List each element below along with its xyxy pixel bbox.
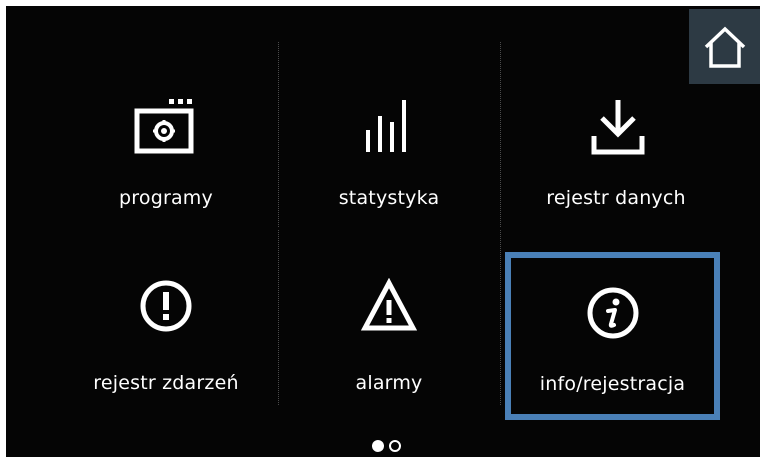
bar-chart-icon	[366, 100, 406, 152]
menu-tile-label: rejestr danych	[546, 187, 686, 209]
menu-tile-label: rejestr zdarzeń	[93, 372, 239, 394]
menu-tile-label: statystyka	[338, 187, 440, 209]
menu-tile-info-registration[interactable]: info/rejestracja	[505, 252, 720, 420]
download-icon	[591, 100, 645, 155]
column-divider	[278, 230, 279, 405]
page-indicator	[372, 440, 401, 452]
menu-tile-label: alarmy	[355, 372, 423, 394]
home-icon	[704, 26, 745, 68]
info-icon	[587, 287, 639, 339]
exclamation-circle-icon	[140, 280, 192, 332]
menu-tile-label: programy	[119, 187, 213, 209]
column-divider	[500, 230, 501, 405]
column-divider	[278, 42, 279, 227]
program-icon	[134, 99, 194, 154]
menu-tile-event-log[interactable]: rejestr zdarzeń	[66, 251, 266, 411]
menu-tile-statistics[interactable]: statystyka	[289, 66, 489, 226]
warning-triangle-icon	[361, 278, 417, 331]
column-divider	[500, 42, 501, 227]
menu-tile-data-log[interactable]: rejestr danych	[511, 66, 721, 226]
menu-tile-programs[interactable]: programy	[66, 66, 266, 226]
menu-tile-alarms[interactable]: alarmy	[289, 251, 489, 411]
touchscreen-panel: programy statystyka rejestr danych rejes…	[6, 6, 760, 457]
page-dot-inactive[interactable]	[389, 440, 401, 452]
page-dot-active[interactable]	[372, 440, 384, 452]
menu-tile-label: info/rejestracja	[539, 373, 686, 395]
